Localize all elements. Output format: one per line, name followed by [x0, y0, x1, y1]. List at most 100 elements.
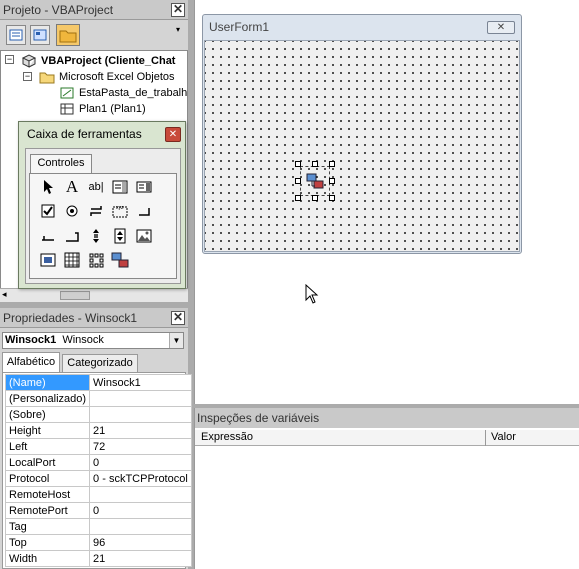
close-icon[interactable]: ✕	[165, 127, 181, 142]
property-value[interactable]: 21	[89, 422, 192, 439]
scrollbar-icon[interactable]	[86, 226, 106, 246]
property-row[interactable]: Height 21	[4, 422, 192, 439]
label-icon[interactable]: A	[62, 177, 82, 197]
mouse-cursor-icon	[305, 284, 319, 304]
vbaproject-icon	[21, 54, 37, 68]
property-row[interactable]: (Name) Winsock1	[4, 374, 192, 391]
winsock-icon-1[interactable]	[62, 250, 82, 270]
tree-item-plan1[interactable]: Plan1 (Plan1)	[79, 101, 146, 117]
column-expressao[interactable]: Expressão	[201, 431, 485, 443]
watch-title: Inspeções de variáveis	[195, 408, 579, 428]
view-code-icon[interactable]	[6, 25, 26, 45]
property-row[interactable]: (Sobre)	[4, 406, 192, 423]
tree-item-estapasta[interactable]: EstaPasta_de_trabalh	[79, 85, 187, 101]
userform-window[interactable]: UserForm1 ✕	[202, 14, 522, 254]
property-value[interactable]: 0	[89, 502, 192, 519]
winsock-icon-2[interactable]	[86, 250, 106, 270]
image-icon[interactable]	[134, 226, 154, 246]
property-value[interactable]: 21	[89, 550, 192, 567]
tab-controles[interactable]: Controles	[30, 154, 92, 173]
column-divider[interactable]	[485, 430, 486, 446]
spinbutton-icon[interactable]	[110, 226, 130, 246]
property-value[interactable]: Winsock1	[89, 374, 192, 391]
userform-title: UserForm1	[209, 20, 270, 34]
tab-categorizado[interactable]: Categorizado	[62, 354, 138, 373]
tab-alfabetico[interactable]: Alfabético	[2, 352, 60, 373]
sheet-icon	[60, 103, 74, 115]
winsock-control[interactable]	[300, 166, 330, 196]
togglebutton-icon[interactable]	[86, 201, 106, 221]
property-value[interactable]: 72	[89, 438, 192, 455]
property-row[interactable]: RemotePort 0	[4, 502, 192, 519]
property-name: Protocol	[4, 470, 91, 487]
project-title: Projeto - VBAProject ✕	[0, 0, 188, 20]
multipage-icon[interactable]	[62, 226, 82, 246]
object-selector[interactable]: Winsock1 Winsock ▼	[2, 332, 184, 349]
property-name: Width	[4, 550, 91, 567]
property-row[interactable]: RemoteHost	[4, 486, 192, 503]
tree-expander-icon[interactable]: −	[5, 55, 14, 64]
close-icon[interactable]: ✕	[171, 3, 185, 17]
property-row[interactable]: Top 96	[4, 534, 192, 551]
tree-expander-icon[interactable]: −	[23, 72, 32, 81]
column-valor[interactable]: Valor	[491, 431, 516, 443]
property-value[interactable]	[89, 486, 192, 503]
object-name: Winsock1	[5, 334, 57, 346]
resize-handle[interactable]	[295, 178, 301, 184]
watch-title-text: Inspeções de variáveis	[197, 411, 320, 425]
property-value[interactable]: 96	[89, 534, 192, 551]
property-row[interactable]: Width 21	[4, 550, 192, 567]
object-type: Winsock	[62, 334, 104, 346]
toggle-folders-icon[interactable]	[56, 24, 80, 46]
userform-canvas[interactable]	[204, 40, 520, 252]
property-name: Top	[4, 534, 91, 551]
property-row[interactable]: Tag	[4, 518, 192, 535]
pointer-icon[interactable]	[38, 177, 58, 197]
property-value[interactable]: 0	[89, 454, 192, 471]
close-icon[interactable]: ✕	[487, 21, 515, 34]
property-value[interactable]: 0 - sckTCPProtocol	[89, 470, 192, 487]
scroll-thumb[interactable]	[60, 291, 90, 300]
checkbox-icon[interactable]	[38, 201, 58, 221]
winsock-icon	[306, 173, 324, 189]
listbox-icon[interactable]	[134, 177, 154, 197]
property-name: Tag	[4, 518, 91, 535]
resize-handle[interactable]	[312, 161, 318, 167]
property-name: Height	[4, 422, 91, 439]
combobox-icon[interactable]	[110, 177, 130, 197]
project-title-text: Projeto - VBAProject	[3, 3, 114, 17]
tree-item-excel-objects[interactable]: Microsoft Excel Objetos	[59, 69, 175, 85]
commandbutton-icon[interactable]	[134, 201, 154, 221]
property-row[interactable]: (Personalizado)	[4, 390, 192, 407]
project-hscrollbar[interactable]: ◂	[0, 288, 188, 302]
chevron-down-icon[interactable]: ▼	[169, 333, 183, 348]
property-row[interactable]: Left 72	[4, 438, 192, 455]
resize-handle[interactable]	[295, 161, 301, 167]
tab-alfabetico-label: Alfabético	[6, 356, 56, 368]
property-value[interactable]	[89, 518, 192, 535]
workbook-icon	[60, 87, 74, 99]
properties-title: Propriedades - Winsock1 ✕	[0, 308, 188, 328]
property-row[interactable]: Protocol 0 - sckTCPProtocol	[4, 470, 192, 487]
resize-handle[interactable]	[295, 195, 301, 201]
optionbutton-icon[interactable]	[62, 201, 82, 221]
tabstrip-icon[interactable]	[38, 226, 58, 246]
resize-handle[interactable]	[329, 161, 335, 167]
scroll-left-icon[interactable]: ◂	[2, 289, 7, 300]
resize-handle[interactable]	[329, 178, 335, 184]
view-object-icon[interactable]	[30, 25, 50, 45]
property-value[interactable]	[89, 390, 192, 407]
close-icon[interactable]: ✕	[171, 311, 185, 325]
tree-item-vbaproject[interactable]: VBAProject (Cliente_Chat	[41, 53, 175, 69]
resize-handle[interactable]	[312, 195, 318, 201]
frame-icon[interactable]: xyz	[110, 201, 130, 221]
property-value[interactable]	[89, 406, 192, 423]
winsock-icon-3[interactable]	[110, 250, 130, 270]
textbox-icon[interactable]: ab|	[86, 177, 106, 197]
refedit-icon[interactable]	[38, 250, 58, 270]
resize-handle[interactable]	[329, 195, 335, 201]
property-row[interactable]: LocalPort 0	[4, 454, 192, 471]
toolbar-scroll-icon[interactable]: ▾	[176, 25, 186, 45]
toolbox-title: Caixa de ferramentas	[27, 127, 142, 141]
property-name: LocalPort	[4, 454, 91, 471]
